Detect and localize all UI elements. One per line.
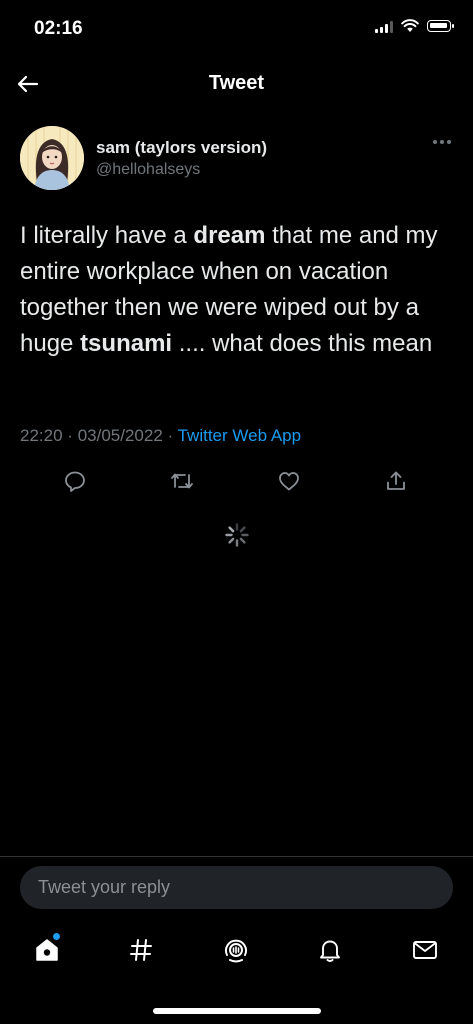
page-title: Tweet xyxy=(208,72,265,94)
tweet-time: 22:20 xyxy=(20,426,63,445)
tweet-text: I literally have a dream that me and my … xyxy=(20,218,450,362)
status-icons xyxy=(375,19,454,33)
avatar[interactable] xyxy=(20,126,84,190)
notifications-bell-icon xyxy=(320,940,340,962)
explore-hashtag-icon xyxy=(130,939,152,961)
like-icon xyxy=(279,472,299,491)
dot-icon xyxy=(447,140,451,144)
separator: · xyxy=(67,426,73,445)
reply-box[interactable] xyxy=(20,866,453,909)
tweet-metadata: 22:20 · 03/05/2022 · Twitter Web App xyxy=(20,426,301,446)
home-indicator[interactable] xyxy=(153,1008,321,1014)
cellular-signal-icon xyxy=(375,20,393,33)
tweet-actions xyxy=(0,466,473,496)
tab-notifications[interactable] xyxy=(310,930,350,970)
header: Tweet xyxy=(0,60,473,108)
status-bar: 02:16 xyxy=(0,0,473,60)
tweet-text-part: .... what does this mean xyxy=(172,330,433,357)
home-icon xyxy=(36,939,58,961)
author-info[interactable]: sam (taylors version) @hellohalseys xyxy=(96,138,267,179)
spaces-icon xyxy=(225,939,247,963)
tab-spaces[interactable] xyxy=(216,930,256,970)
loading-spinner-icon xyxy=(225,523,249,547)
retweet-icon xyxy=(171,473,193,489)
divider xyxy=(0,856,473,857)
author-handle: @hellohalseys xyxy=(96,161,201,178)
more-options-button[interactable] xyxy=(433,140,451,144)
wifi-icon xyxy=(401,19,419,32)
messages-envelope-icon xyxy=(413,941,437,959)
like-button[interactable] xyxy=(274,466,304,496)
tweet-text-bold: tsunami xyxy=(80,330,173,357)
tab-explore[interactable] xyxy=(121,930,161,970)
unread-dot-icon xyxy=(53,933,60,940)
tab-home[interactable] xyxy=(27,930,67,970)
retweet-button[interactable] xyxy=(167,466,197,496)
reply-button[interactable] xyxy=(60,466,90,496)
reply-icon xyxy=(65,471,85,492)
tab-bar xyxy=(0,930,473,970)
share-button[interactable] xyxy=(381,466,411,496)
dot-icon xyxy=(433,140,437,144)
reply-input[interactable] xyxy=(36,876,453,899)
status-time: 02:16 xyxy=(34,18,83,39)
tab-messages[interactable] xyxy=(405,930,445,970)
share-icon xyxy=(387,471,405,490)
avatar-illustration xyxy=(20,126,84,190)
separator: · xyxy=(167,426,174,445)
tweet-source-link[interactable]: Twitter Web App xyxy=(178,426,301,445)
tweet-date: 03/05/2022 xyxy=(77,426,163,445)
battery-icon xyxy=(427,20,454,32)
dot-icon xyxy=(440,140,444,144)
tweet-text-bold: dream xyxy=(193,222,266,249)
author-name: sam (taylors version) xyxy=(96,138,268,157)
tweet-text-part: I literally have a xyxy=(20,222,194,249)
